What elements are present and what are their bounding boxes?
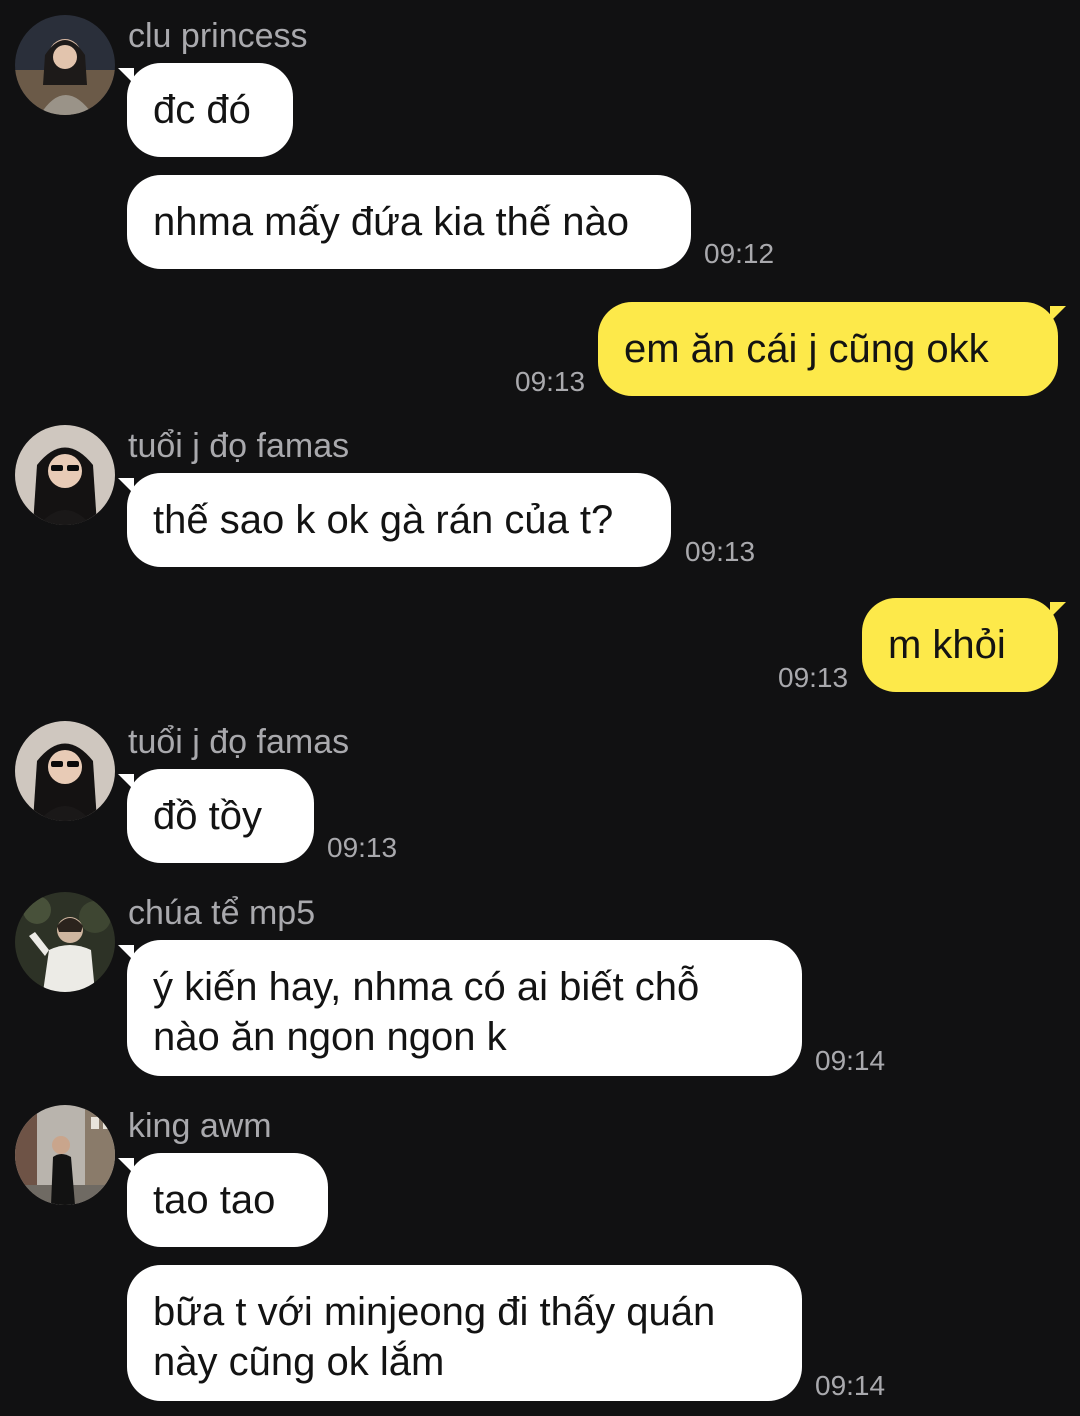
message-bubble[interactable]: ý kiến hay, nhma có ai biết chỗ nào ăn n… xyxy=(127,940,802,1076)
sender-name: tuổi j đọ famas xyxy=(128,723,350,761)
message-timestamp: 09:13 xyxy=(778,662,849,693)
message-text-line: bữa t với minjeong đi thấy quán xyxy=(153,1290,716,1334)
sender-avatar[interactable] xyxy=(15,15,115,115)
message-bubble-outgoing[interactable]: em ăn cái j cũng okk xyxy=(598,302,1058,396)
message-text: em ăn cái j cũng okk xyxy=(624,327,989,371)
message-text: nhma mấy đứa kia thế nào xyxy=(153,200,629,244)
message-bubble[interactable]: đồ tồy xyxy=(127,769,314,863)
sender-name: clu princess xyxy=(128,17,308,55)
bubble-tail xyxy=(1050,306,1066,322)
sender-avatar[interactable] xyxy=(15,425,115,525)
user-avatar-icon xyxy=(15,892,115,992)
message-timestamp: 09:14 xyxy=(815,1370,886,1401)
sender-avatar[interactable] xyxy=(15,721,115,821)
user-avatar-icon xyxy=(15,425,115,525)
message-timestamp: 09:12 xyxy=(704,238,775,269)
sender-name: tuổi j đọ famas xyxy=(128,427,350,465)
message-bubble-outgoing[interactable]: m khỏi xyxy=(862,598,1058,692)
message-text-line: nào ăn ngon ngon k xyxy=(153,1015,507,1059)
message-timestamp: 09:13 xyxy=(515,366,586,397)
sender-avatar[interactable] xyxy=(15,1105,115,1205)
message-text-line: này cũng ok lắm xyxy=(153,1340,445,1384)
sender-name: king awm xyxy=(128,1107,272,1145)
message-bubble[interactable]: thế sao k ok gà rán của t? xyxy=(127,473,671,567)
message-timestamp: 09:14 xyxy=(815,1045,886,1076)
message-bubble[interactable]: bữa t với minjeong đi thấy quán này cũng… xyxy=(127,1265,802,1401)
message-bubble[interactable]: nhma mấy đứa kia thế nào xyxy=(127,175,691,269)
message-timestamp: 09:13 xyxy=(685,536,756,567)
message-text: đc đó xyxy=(153,88,251,132)
sender-avatar[interactable] xyxy=(15,892,115,992)
user-avatar-icon xyxy=(15,15,115,115)
message-bubble[interactable]: đc đó xyxy=(127,63,293,157)
user-avatar-icon xyxy=(15,721,115,821)
user-avatar-icon xyxy=(15,1105,115,1205)
bubble-tail xyxy=(1050,602,1066,618)
message-text: tao tao xyxy=(153,1178,276,1222)
sender-name: chúa tể mp5 xyxy=(128,894,316,932)
message-timestamp: 09:13 xyxy=(327,832,398,863)
message-text-line: ý kiến hay, nhma có ai biết chỗ xyxy=(153,965,700,1009)
message-bubble[interactable]: tao tao xyxy=(127,1153,328,1247)
message-text: đồ tồy xyxy=(153,794,262,838)
message-text: thế sao k ok gà rán của t? xyxy=(153,498,614,542)
message-text: m khỏi xyxy=(888,623,1006,667)
